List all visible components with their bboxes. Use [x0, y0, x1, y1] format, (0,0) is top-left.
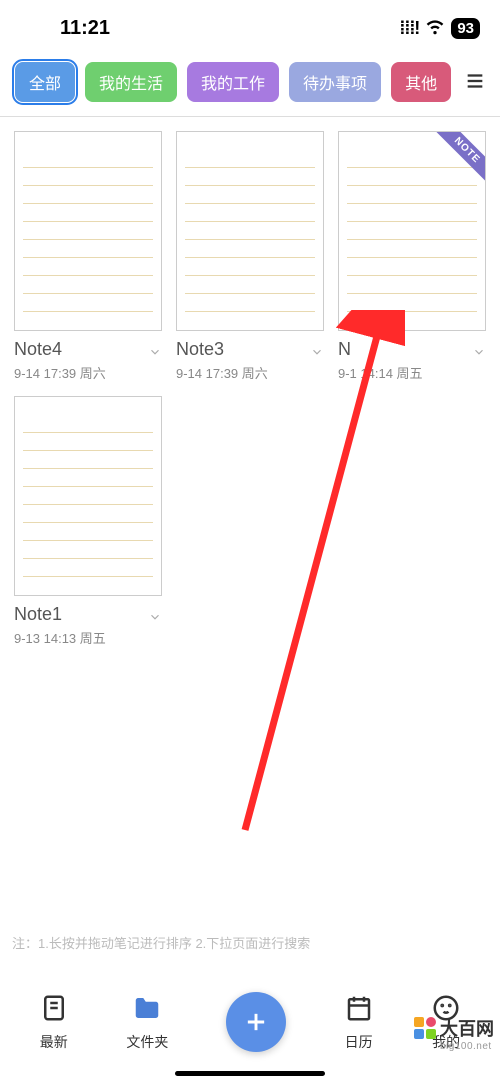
status-icons: ⁞⁞⁞! 93: [399, 16, 480, 41]
chevron-down-icon[interactable]: [472, 345, 486, 364]
calendar-icon: [344, 993, 374, 1028]
note-date: 9-14 17:39 周六: [14, 363, 162, 382]
category-tab[interactable]: 我的工作: [187, 62, 279, 102]
watermark-url: big100.net: [440, 1041, 494, 1052]
home-indicator[interactable]: [175, 1071, 325, 1076]
category-tabs: 全部我的生活我的工作待办事项其他: [0, 52, 500, 112]
nav-latest[interactable]: 最新: [39, 993, 69, 1052]
folder-icon: [132, 993, 162, 1028]
nav-label: 文件夹: [126, 1032, 168, 1052]
status-time: 11:21: [60, 17, 110, 40]
note-date: 9-1 14:14 周五: [338, 363, 486, 382]
nav-calendar[interactable]: 日历: [344, 993, 374, 1052]
nav-folder[interactable]: 文件夹: [126, 993, 168, 1052]
note-date: 9-13 14:13 周五: [14, 628, 162, 647]
add-note-button[interactable]: [226, 992, 286, 1052]
note-card[interactable]: Note4 9-14 17:39 周六: [14, 131, 162, 382]
note-thumbnail: NOTE: [338, 131, 486, 331]
note-card[interactable]: Note3 9-14 17:39 周六: [176, 131, 324, 382]
battery-level: 93: [451, 18, 480, 39]
wifi-icon: [425, 16, 445, 41]
notes-grid: Note4 9-14 17:39 周六 Note3 9-14 17:39 周六 …: [0, 117, 500, 661]
category-tab[interactable]: 全部: [15, 62, 75, 102]
watermark: 大百网 big100.net: [414, 1015, 494, 1052]
status-bar: 11:21 ⁞⁞⁞! 93: [0, 0, 500, 52]
chevron-down-icon[interactable]: [310, 345, 324, 364]
watermark-name: 大百网: [440, 1015, 494, 1041]
chevron-down-icon[interactable]: [148, 610, 162, 629]
note-title: Note4: [14, 339, 162, 360]
nav-label: 日历: [345, 1032, 373, 1052]
hint-text: 注：1.长按并拖动笔记进行排序 2.下拉页面进行搜索: [12, 933, 310, 952]
nav-label: 最新: [40, 1032, 68, 1052]
note-title: Note3: [176, 339, 324, 360]
note-title: Note1: [14, 604, 162, 625]
chevron-down-icon[interactable]: [148, 345, 162, 364]
signal-icon: ⁞⁞⁞!: [399, 18, 419, 39]
category-tab[interactable]: 我的生活: [85, 62, 177, 102]
note-thumbnail: [14, 131, 162, 331]
category-tab[interactable]: 其他: [391, 62, 451, 102]
note-thumbnail: [176, 131, 324, 331]
menu-icon[interactable]: [460, 66, 490, 101]
note-date: 9-14 17:39 周六: [176, 363, 324, 382]
note-card[interactable]: Note1 9-13 14:13 周五: [14, 396, 162, 647]
note-thumbnail: [14, 396, 162, 596]
note-icon: [39, 993, 69, 1028]
note-title: N: [338, 339, 486, 360]
note-card[interactable]: NOTE N 9-1 14:14 周五: [338, 131, 486, 382]
category-tab[interactable]: 待办事项: [289, 62, 381, 102]
